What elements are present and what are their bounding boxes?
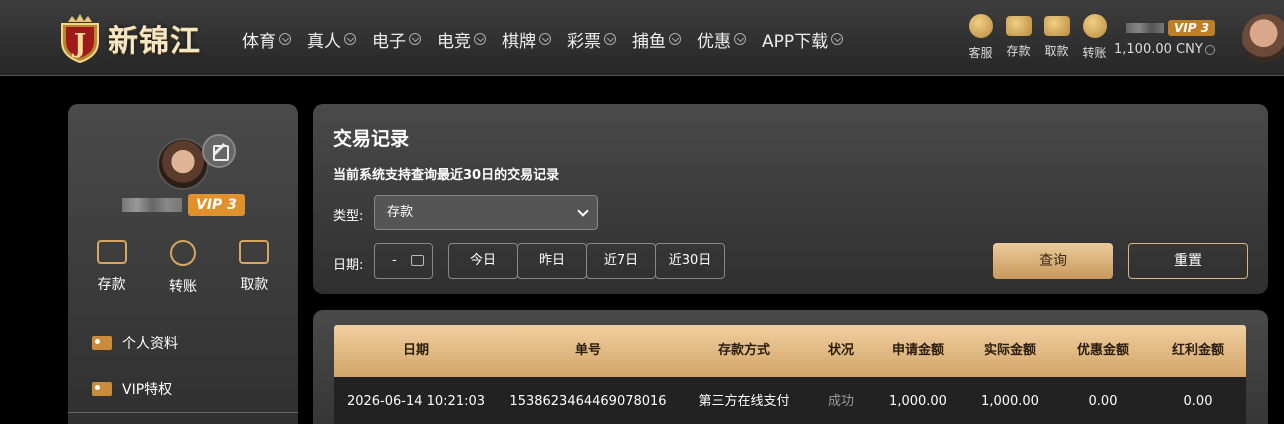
masked-username <box>122 198 182 212</box>
column-header-order-id: 单号 <box>574 343 601 358</box>
chevron-down-icon <box>279 33 291 45</box>
transfer-icon <box>169 240 196 266</box>
cell-actual-amount: 1,000.00 <box>981 394 1039 409</box>
type-select[interactable]: 存款 <box>374 195 598 230</box>
chevron-down-icon <box>734 33 746 45</box>
nav-item-promotions[interactable]: 优惠 <box>697 27 746 52</box>
cell-order-id: 1538623464469078016 <box>509 394 667 409</box>
crown-shield-logo-icon: J <box>61 14 99 64</box>
nav-item-esports[interactable]: 电竞 <box>437 27 486 52</box>
card-icon <box>239 240 270 264</box>
edit-profile-icon[interactable] <box>202 134 236 168</box>
chevron-down-icon <box>1204 44 1215 55</box>
sidebar-quick-actions: 存款 转账 取款 <box>68 240 298 296</box>
chevron-down-icon <box>669 33 681 45</box>
chevron-down-icon <box>409 33 421 45</box>
nav-item-lottery[interactable]: 彩票 <box>567 27 616 52</box>
masked-username <box>1126 23 1164 33</box>
type-label: 类型: <box>333 209 364 224</box>
page-subtitle: 当前系统支持查询最近30日的交易记录 <box>333 168 560 183</box>
table-row: 2026-06-14 10:21:03 1538623464469078016 … <box>334 377 1246 424</box>
wallet-icon <box>96 240 127 264</box>
header-transfer-button[interactable]: 转账 <box>1076 14 1113 61</box>
date-range-input[interactable]: - <box>374 243 433 279</box>
range-7-days-button[interactable]: 近7日 <box>586 243 656 279</box>
cell-method: 第三方在线支付 <box>698 394 790 409</box>
briefcase-icon <box>1043 16 1070 36</box>
range-today-button[interactable]: 今日 <box>448 243 518 279</box>
chevron-down-icon <box>474 33 486 45</box>
column-header-actual-amount: 实际金额 <box>983 343 1036 358</box>
chevron-down-icon <box>539 33 551 45</box>
nav-item-cards[interactable]: 棋牌 <box>502 27 551 52</box>
range-yesterday-button[interactable]: 昨日 <box>517 243 587 279</box>
nav-item-live[interactable]: 真人 <box>307 27 356 52</box>
date-label: 日期: <box>333 258 364 273</box>
quick-date-range-group: 今日 昨日 近7日 近30日 <box>448 243 725 279</box>
wallet-icon <box>1005 16 1032 36</box>
chevron-down-icon <box>344 33 356 45</box>
query-button[interactable]: 查询 <box>993 243 1113 279</box>
header-deposit-button[interactable]: 存款 <box>1000 14 1037 61</box>
table-header: 日期 单号 存款方式 状况 申请金额 实际金额 优惠金额 红利金额 <box>334 325 1246 377</box>
transaction-table-panel: 日期 单号 存款方式 状况 申请金额 实际金额 优惠金额 红利金额 2026-0… <box>313 310 1268 424</box>
main-nav: 体育 真人 电子 电竞 棋牌 彩票 捕鱼 优惠 APP下载 <box>242 26 859 52</box>
sidebar-item-profile[interactable]: 个人资料 <box>92 320 178 366</box>
column-header-method: 存款方式 <box>717 343 770 358</box>
balance-display[interactable]: 1,100.00 CNY <box>1114 42 1224 57</box>
customer-service-icon <box>968 14 993 38</box>
column-header-requested-amount: 申请金额 <box>891 343 944 358</box>
sidebar-item-vip[interactable]: VIP特权 <box>92 366 178 412</box>
range-30-days-button[interactable]: 近30日 <box>655 243 725 279</box>
brand-name: 新锦江 <box>108 24 201 59</box>
nav-item-fishing[interactable]: 捕鱼 <box>632 27 681 52</box>
column-header-date: 日期 <box>402 343 429 358</box>
transaction-table: 日期 单号 存款方式 状况 申请金额 实际金额 优惠金额 红利金额 2026-0… <box>334 325 1246 424</box>
sidebar-withdraw-button[interactable]: 取款 <box>224 240 284 296</box>
header-withdraw-button[interactable]: 取款 <box>1038 14 1075 61</box>
reset-button[interactable]: 重置 <box>1128 243 1248 279</box>
sidebar-transfer-button[interactable]: 转账 <box>153 240 213 296</box>
nav-item-sports[interactable]: 体育 <box>242 27 291 52</box>
nav-item-slots[interactable]: 电子 <box>372 27 421 52</box>
header-avatar[interactable] <box>1242 14 1284 62</box>
chevron-down-icon <box>831 33 844 45</box>
column-header-bonus-amount: 优惠金额 <box>1076 343 1129 358</box>
vip-card-icon <box>92 382 112 396</box>
logo-letter: J <box>72 29 86 59</box>
column-header-status: 状况 <box>827 343 854 358</box>
id-card-icon <box>92 336 112 350</box>
cell-date: 2026-06-14 10:21:03 <box>346 394 486 409</box>
sidebar-divider <box>68 412 298 413</box>
column-header-dividend-amount: 红利金额 <box>1171 343 1224 358</box>
top-header: J 新锦江 体育 真人 电子 电竞 棋牌 彩票 捕鱼 优惠 APP下载 客服 存… <box>0 0 1284 76</box>
nav-item-app-download[interactable]: APP下载 <box>762 27 844 52</box>
account-sidebar: VIP 3 存款 转账 取款 个人资料 VIP特权 <box>68 104 298 424</box>
calendar-icon <box>411 255 424 266</box>
header-customer-service-button[interactable]: 客服 <box>962 14 999 61</box>
cell-requested-amount: 1,000.00 <box>889 394 947 409</box>
brand-logo[interactable]: J 新锦江 <box>54 10 201 66</box>
yuan-coin-icon <box>1082 14 1107 38</box>
cell-dividend-amount: 0.00 <box>1183 394 1213 409</box>
vip-badge: VIP 3 <box>188 194 245 216</box>
page-title: 交易记录 <box>333 128 410 150</box>
profile-name-row: VIP 3 <box>122 194 245 216</box>
vip-badge: VIP 3 <box>1168 20 1216 36</box>
header-user-info[interactable]: VIP 3 1,100.00 CNY <box>1114 19 1224 57</box>
transaction-filter-panel: 交易记录 当前系统支持查询最近30日的交易记录 类型: 存款 日期: - 今日 … <box>313 104 1268 294</box>
header-quick-actions: 客服 存款 取款 转账 <box>962 14 1114 61</box>
chevron-down-icon <box>604 33 616 45</box>
cell-status: 成功 <box>827 394 854 409</box>
cell-bonus-amount: 0.00 <box>1088 394 1118 409</box>
sidebar-menu: 个人资料 VIP特权 <box>92 320 178 412</box>
profile-avatar <box>157 138 209 190</box>
sidebar-deposit-button[interactable]: 存款 <box>82 240 142 296</box>
